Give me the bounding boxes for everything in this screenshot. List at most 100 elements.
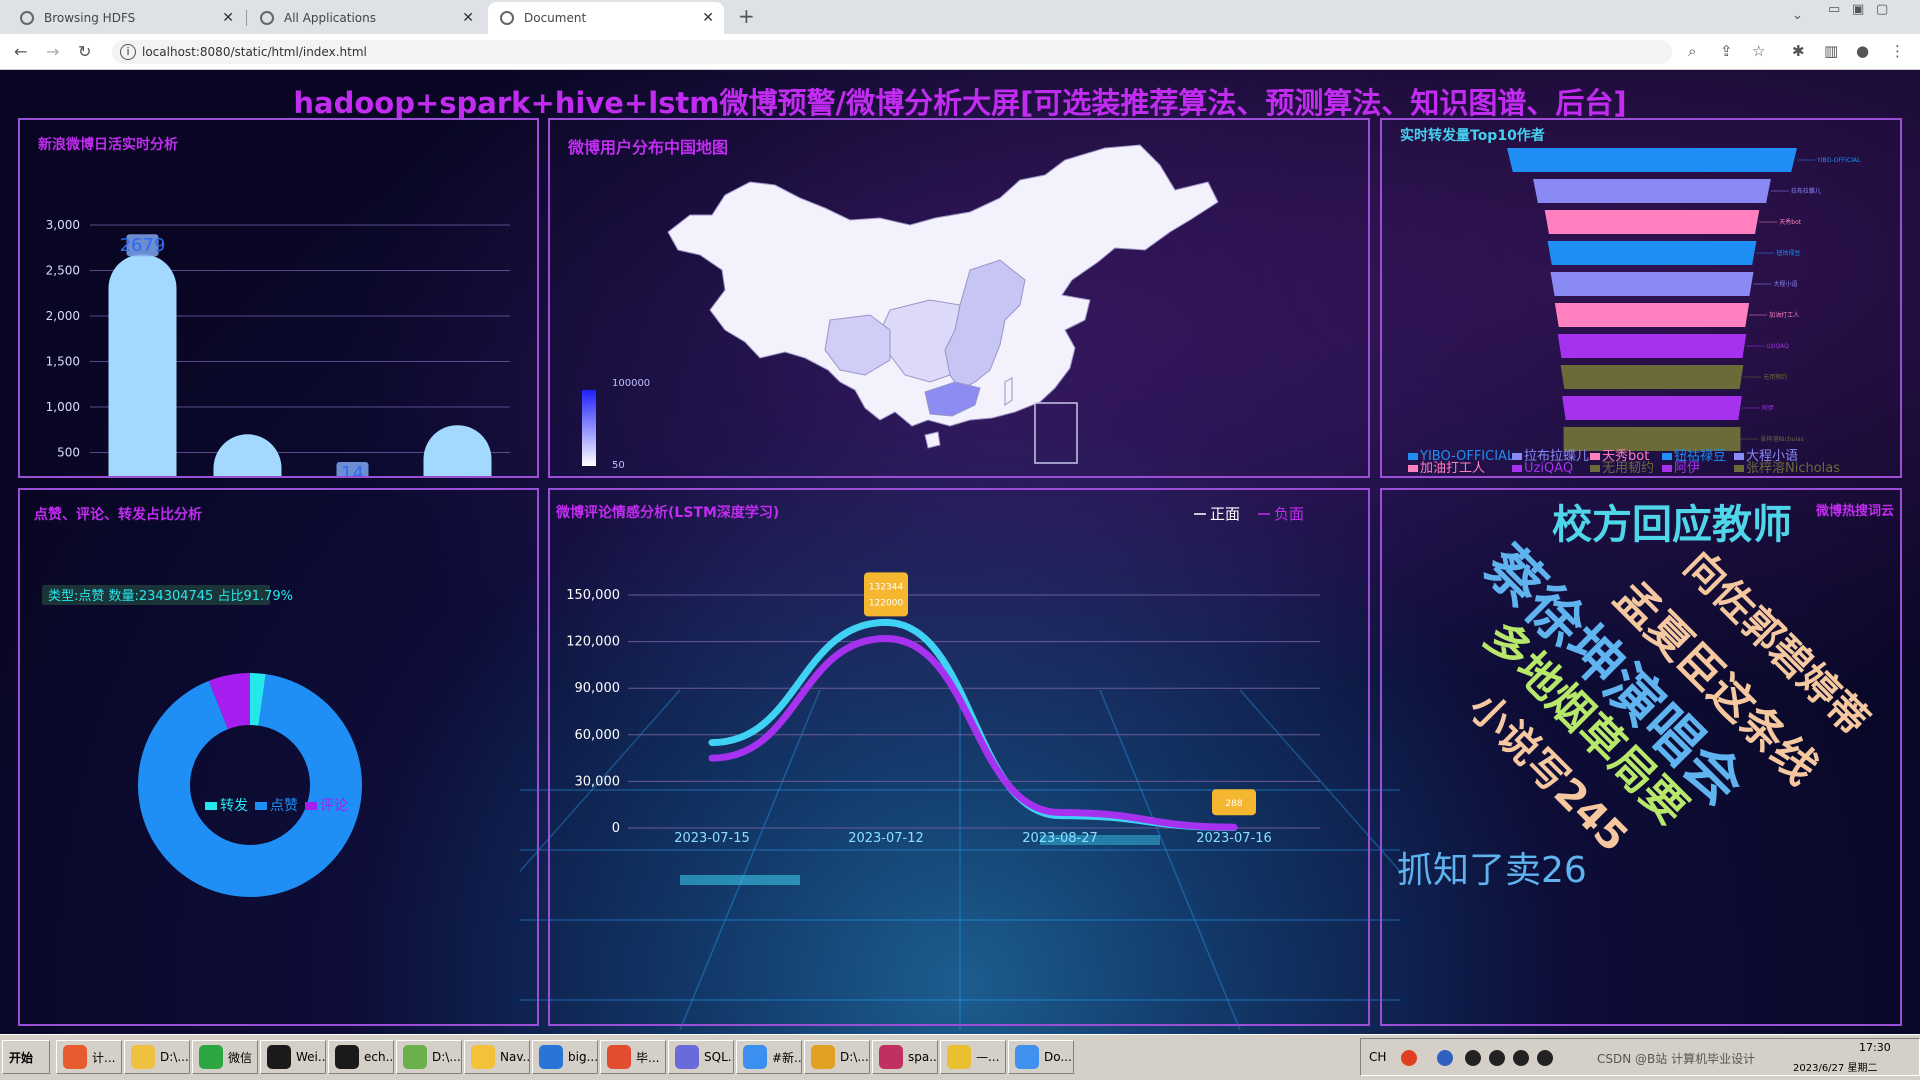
legend-swatch[interactable] (1662, 465, 1672, 472)
bookmark-star-icon[interactable]: ☆ (1752, 42, 1765, 60)
taskbar-item[interactable]: —... (940, 1040, 1006, 1074)
legend-label[interactable]: 转发 (220, 798, 248, 814)
funnel-bar[interactable] (1547, 241, 1757, 265)
legend-label[interactable]: 负面 (1274, 505, 1304, 523)
share-icon[interactable]: ⇪ (1720, 42, 1733, 60)
china-map[interactable]: 100000 50 (550, 120, 1368, 476)
tab-browsing-hdfs[interactable]: Browsing HDFS ✕ (8, 2, 244, 34)
back-icon[interactable]: ← (14, 42, 27, 61)
profile-icon[interactable]: ● (1856, 42, 1869, 60)
funnel-bar[interactable] (1562, 396, 1742, 420)
close-icon[interactable]: ✕ (222, 10, 234, 26)
visualmap-bar[interactable] (582, 390, 596, 466)
taskbar-item[interactable]: 毕... (600, 1040, 666, 1074)
taskbar-item[interactable]: 微信 (192, 1040, 258, 1074)
taskbar-item[interactable]: Do... (1008, 1040, 1074, 1074)
chevron-down-icon[interactable]: ⌄ (1792, 8, 1803, 23)
close-window-button[interactable]: ▢ (1876, 2, 1888, 17)
legend-swatch[interactable] (1512, 465, 1522, 472)
minimize-button[interactable]: ▭ (1828, 2, 1840, 17)
legend-label[interactable]: 张梓溶Nicholas (1746, 461, 1840, 476)
funnel-bar[interactable] (1533, 179, 1771, 203)
taskbar-item[interactable]: spa... (872, 1040, 938, 1074)
taskbar-item[interactable]: big... (532, 1040, 598, 1074)
qq-icon[interactable] (1537, 1050, 1553, 1066)
watermark-text: CSDN @B站 计算机毕业设计 (1597, 1052, 1756, 1066)
legend-swatch[interactable] (305, 802, 317, 810)
legend-swatch[interactable] (1408, 465, 1418, 472)
url-input[interactable]: i localhost:8080/static/html/index.html (112, 40, 1672, 64)
funnel-bar[interactable] (1544, 210, 1760, 234)
funnel-bar[interactable] (1557, 334, 1747, 358)
funnel-bar[interactable] (1554, 303, 1750, 327)
start-button[interactable]: 开始 (2, 1040, 50, 1074)
bar[interactable] (423, 425, 492, 476)
clock-time[interactable]: 17:30 (1859, 1041, 1891, 1054)
legend-label[interactable]: 点赞 (270, 798, 298, 814)
taskbar-item[interactable]: D:\... (124, 1040, 190, 1074)
clock-date[interactable]: 2023/6/27 星期二 (1793, 1059, 1877, 1074)
qq-icon[interactable] (1513, 1050, 1529, 1066)
daily-active-bar-chart: 05001,0001,5002,0002,5003,0002023-07-122… (46, 218, 510, 476)
legend-swatch[interactable] (1512, 453, 1522, 460)
tray-app-icon[interactable] (1401, 1050, 1417, 1066)
extensions-icon[interactable]: ✱ (1792, 42, 1805, 60)
taskbar-item[interactable]: ech... (328, 1040, 394, 1074)
legend-swatch[interactable] (205, 802, 217, 810)
taskbar-item[interactable]: #新... (736, 1040, 802, 1074)
taskbar-item[interactable]: D:\... (396, 1040, 462, 1074)
funnel-bar[interactable] (1507, 148, 1797, 172)
qq-icon[interactable] (1465, 1050, 1481, 1066)
tab-all-applications[interactable]: All Applications ✕ (248, 2, 484, 34)
legend-swatch[interactable] (1590, 465, 1600, 472)
legend-label[interactable]: UziQAQ (1524, 461, 1573, 476)
taskbar-item-label: #新... (772, 1050, 802, 1065)
menu-icon[interactable]: ⋮ (1890, 42, 1905, 60)
legend-swatch[interactable] (1734, 453, 1744, 460)
new-tab-button[interactable]: + (738, 4, 755, 28)
series-line[interactable] (708, 634, 1238, 831)
reload-icon[interactable]: ↻ (78, 42, 91, 61)
taskbar-item-label: 计... (92, 1050, 116, 1065)
taskbar-item[interactable]: 计... (56, 1040, 122, 1074)
hotword-6[interactable]: 抓知了卖26 (1397, 850, 1587, 891)
legend-swatch[interactable] (255, 802, 267, 810)
forward-icon[interactable]: → (46, 42, 59, 61)
legend-label[interactable]: 阿伊 (1674, 461, 1700, 476)
legend-swatch[interactable] (1662, 453, 1672, 460)
legend-label[interactable]: 无用韧约 (1602, 461, 1654, 476)
taskbar-item[interactable]: Wei... (260, 1040, 326, 1074)
shield-icon[interactable] (1437, 1050, 1453, 1066)
close-icon[interactable]: ✕ (462, 10, 474, 26)
funnel-bar[interactable] (1550, 272, 1754, 296)
sidebar-icon[interactable]: ▥ (1824, 42, 1838, 60)
taskbar-item-label: Nav... (500, 1050, 530, 1064)
funnel-bar[interactable] (1563, 427, 1741, 451)
tab-document[interactable]: Document ✕ (488, 2, 724, 34)
input-language[interactable]: CH (1369, 1050, 1386, 1064)
taskbar-item[interactable]: Nav... (464, 1040, 530, 1074)
taskbar-item[interactable]: D:\... (804, 1040, 870, 1074)
legend-label[interactable]: 评论 (320, 798, 348, 814)
bar[interactable] (108, 254, 177, 476)
map-region-hainan[interactable] (924, 431, 941, 449)
legend-swatch[interactable] (1734, 465, 1744, 472)
taskbar-item[interactable]: SQL... (668, 1040, 734, 1074)
markpoint-label: 132344 (869, 582, 904, 592)
hotword-0[interactable]: 校方回应教师 (1552, 502, 1792, 548)
funnel-bar[interactable] (1560, 365, 1744, 389)
legend-swatch[interactable] (1590, 453, 1600, 460)
legend-swatch[interactable] (1408, 453, 1418, 460)
map-china-outline[interactable] (667, 144, 1219, 427)
close-icon[interactable]: ✕ (702, 10, 714, 26)
info-icon[interactable]: i (120, 44, 136, 60)
map-region-taiwan[interactable] (1004, 377, 1013, 406)
legend-label[interactable]: 正面 (1210, 505, 1240, 523)
markpoint-bubble[interactable] (864, 572, 908, 617)
tab-strip: Browsing HDFS ✕ All Applications ✕ Docum… (0, 0, 1920, 34)
qq-icon[interactable] (1489, 1050, 1505, 1066)
bar[interactable] (213, 434, 282, 476)
maximize-button[interactable]: ▣ (1852, 2, 1864, 17)
legend-label[interactable]: 加油打工人 (1420, 461, 1485, 476)
zoom-icon[interactable]: ⌕ (1688, 42, 1696, 60)
